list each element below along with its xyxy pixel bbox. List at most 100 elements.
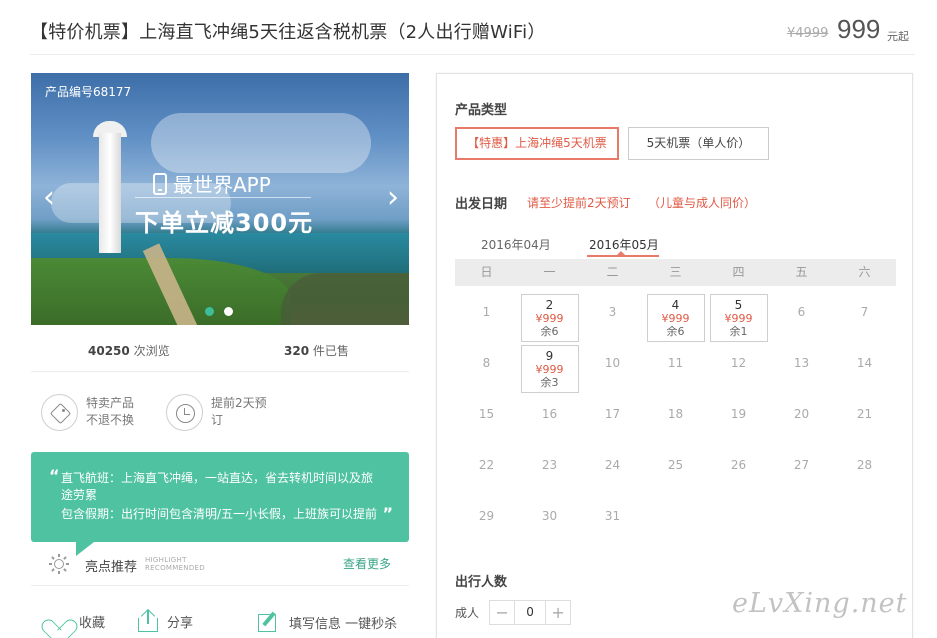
calendar-day-number: 5 bbox=[734, 298, 743, 312]
favorite-button[interactable]: 收藏 bbox=[47, 610, 105, 632]
calendar-day-number: 16 bbox=[541, 407, 558, 421]
product-banner[interactable]: 产品编号68177 最世界APP 下单立减300元 ‹ › bbox=[31, 73, 409, 325]
plus-button[interactable]: + bbox=[546, 601, 570, 624]
feature-line: 特卖产品 bbox=[86, 396, 135, 410]
product-type-option[interactable]: 5天机票（单人价） bbox=[628, 127, 769, 160]
calendar-day-number: 3 bbox=[608, 305, 617, 319]
calendar-day: 26 bbox=[709, 447, 769, 497]
minus-button[interactable]: − bbox=[490, 601, 514, 624]
calendar-day-number: 17 bbox=[604, 407, 621, 421]
calendar-day-number: 11 bbox=[667, 356, 684, 370]
feature-special-sale: 特卖产品 不退不换 bbox=[41, 394, 134, 431]
calendar-day: 31 bbox=[583, 498, 643, 548]
calendar-day: 23 bbox=[520, 447, 580, 497]
calendar-day-remaining: 余6 bbox=[666, 325, 685, 338]
banner-dot[interactable] bbox=[224, 307, 233, 316]
calendar-day-number: 7 bbox=[860, 305, 869, 319]
calendar-day-available[interactable]: 4 ¥999 余6 bbox=[646, 294, 705, 342]
weekday-label: 四 bbox=[732, 265, 745, 279]
calendar-day: 30 bbox=[520, 498, 580, 548]
calendar-day: 11 bbox=[646, 345, 706, 395]
calendar-day-number: 29 bbox=[478, 509, 495, 523]
calendar-day-remaining: 余6 bbox=[540, 325, 559, 338]
product-code: 产品编号68177 bbox=[45, 85, 132, 99]
original-price: ¥4999 bbox=[787, 26, 829, 41]
header-divider bbox=[30, 54, 915, 55]
calendar-day-price: ¥999 bbox=[535, 312, 564, 325]
calendar-day: 29 bbox=[457, 498, 517, 548]
product-type-option-selected[interactable]: 【特惠】上海冲绳5天机票 bbox=[455, 127, 619, 160]
date-note-children: （儿童与成人同价） bbox=[648, 196, 757, 210]
see-more-link[interactable]: 查看更多 bbox=[343, 555, 391, 572]
calendar-day: 10 bbox=[583, 345, 643, 395]
calendar-day-available[interactable]: 2 ¥999 余6 bbox=[520, 294, 579, 342]
product-type-label: 产品类型 bbox=[455, 103, 508, 118]
adult-label: 成人 bbox=[455, 606, 480, 620]
adult-quantity-stepper: − 0 + bbox=[489, 600, 572, 625]
booking-panel: 产品类型 【特惠】上海冲绳5天机票 5天机票（单人价） 出发日期 请至少提前2天… bbox=[436, 73, 913, 638]
month-tab-april[interactable]: 2016年04月 bbox=[481, 236, 551, 253]
recommend-divider bbox=[31, 585, 409, 586]
watermark: eLvXing.net bbox=[732, 588, 908, 619]
weekday-label: 三 bbox=[669, 265, 682, 279]
calendar-day-available[interactable]: 5 ¥999 余1 bbox=[709, 294, 768, 342]
banner-promo-text: 下单立减300元 bbox=[135, 209, 314, 237]
view-count-label: 次浏览 bbox=[133, 344, 170, 358]
feature-line: 不退不换 bbox=[86, 413, 135, 427]
sold-count: 320 件已售 bbox=[284, 342, 349, 359]
calendar-day: 27 bbox=[772, 447, 832, 497]
recommend-bar: 亮点推荐 HIGHLIGHT RECOMMENDED 查看更多 bbox=[31, 548, 409, 580]
calendar-day-available[interactable]: 9 ¥999 余3 bbox=[520, 345, 579, 393]
share-button[interactable]: 分享 bbox=[137, 608, 194, 632]
weekday-label: 一 bbox=[543, 265, 556, 279]
feature-line: 订 bbox=[211, 413, 224, 427]
share-icon bbox=[137, 608, 159, 632]
product-stats: 40250 次浏览 320 件已售 bbox=[31, 325, 409, 371]
feature-line: 提前2天预 bbox=[211, 396, 267, 410]
adult-row: 成人 − 0 + bbox=[455, 600, 572, 625]
heart-icon bbox=[47, 610, 71, 632]
banner-app-text: 最世界APP bbox=[173, 173, 271, 197]
calendar-day-number: 9 bbox=[545, 349, 554, 363]
calendar-day-number: 25 bbox=[667, 458, 684, 472]
date-note-advance: 请至少提前2天预订 bbox=[527, 196, 631, 210]
product-header: 【特价机票】上海直飞冲绳5天往返含税机票（2人出行赠WiFi） ¥4999 99… bbox=[0, 0, 937, 56]
adult-quantity-value[interactable]: 0 bbox=[514, 601, 547, 624]
recommend-en-line: RECOMMENDED bbox=[145, 564, 205, 572]
calendar-day: 19 bbox=[709, 396, 769, 446]
calendar: 日 一 二 三 四 五 六 1 2 ¥999 余6 3 4 ¥999 余6 5 ¥999 余1 6 7 8… bbox=[455, 259, 896, 523]
calendar-day-price: ¥999 bbox=[724, 312, 753, 325]
highlight-line: 途劳累 bbox=[61, 488, 98, 502]
month-tab-caret-icon bbox=[617, 251, 625, 255]
recommend-en-line: HIGHLIGHT bbox=[145, 556, 187, 564]
stats-divider bbox=[31, 371, 409, 372]
banner-next-arrow-icon[interactable]: › bbox=[387, 183, 399, 213]
calendar-day-number: 22 bbox=[478, 458, 495, 472]
calendar-day-number: 2 bbox=[545, 298, 554, 312]
calendar-day: 17 bbox=[583, 396, 643, 446]
calendar-day-number: 8 bbox=[482, 356, 491, 370]
calendar-day-number: 4 bbox=[671, 298, 680, 312]
fill-info-button[interactable]: 填写信息 一键秒杀 bbox=[257, 610, 397, 634]
banner-prev-arrow-icon[interactable]: ‹ bbox=[43, 183, 55, 213]
calendar-day: 14 bbox=[835, 345, 895, 395]
calendar-day-number: 21 bbox=[856, 407, 873, 421]
view-count: 40250 次浏览 bbox=[88, 342, 170, 359]
share-label: 分享 bbox=[167, 615, 194, 631]
favorite-label: 收藏 bbox=[79, 615, 106, 631]
weekday-label: 二 bbox=[606, 265, 619, 279]
banner-dot-active[interactable] bbox=[205, 307, 214, 316]
calendar-day: 3 bbox=[583, 294, 643, 344]
weekday-label: 六 bbox=[858, 265, 871, 279]
close-quote-icon: ” bbox=[382, 504, 393, 523]
weekday-label: 日 bbox=[480, 265, 493, 279]
sun-icon bbox=[49, 554, 69, 574]
calendar-day-number: 12 bbox=[730, 356, 747, 370]
calendar-day-number: 19 bbox=[730, 407, 747, 421]
calendar-day-number: 28 bbox=[856, 458, 873, 472]
calendar-day-remaining: 余1 bbox=[729, 325, 748, 338]
highlight-line: 直飞航班：上海直飞冲绳，一站直达，省去转机时间以及旅 bbox=[61, 471, 374, 485]
calendar-day: 1 bbox=[457, 294, 517, 344]
calendar-day-price: ¥999 bbox=[661, 312, 690, 325]
calendar-day-number: 26 bbox=[730, 458, 747, 472]
